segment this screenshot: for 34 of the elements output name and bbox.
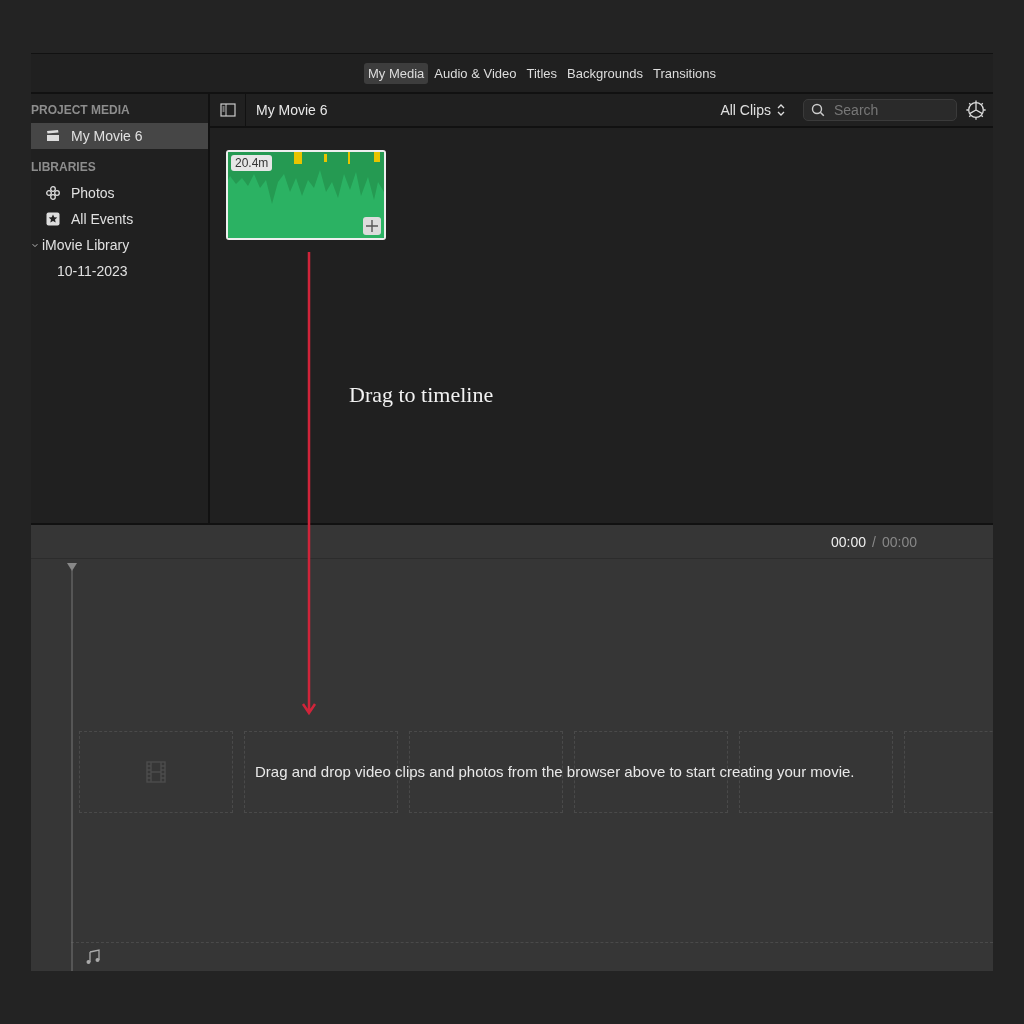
- sidebar-item[interactable]: All Events: [31, 206, 208, 232]
- clips-filter-dropdown[interactable]: All Clips: [714, 101, 791, 119]
- tab[interactable]: Backgrounds: [563, 62, 647, 84]
- item-label: My Movie 6: [71, 128, 143, 144]
- sidebar-item[interactable]: 10-11-2023: [31, 258, 208, 284]
- clapperboard-icon: [45, 128, 61, 144]
- sidebar-item[interactable]: My Movie 6: [31, 123, 208, 149]
- sidebar-item[interactable]: Photos: [31, 180, 208, 206]
- music-note-icon: [85, 949, 101, 965]
- search-field[interactable]: Search: [803, 99, 957, 121]
- chevron-down-icon[interactable]: [31, 241, 39, 249]
- tab[interactable]: Audio & Video: [430, 62, 521, 84]
- annotation: Drag to timeline: [349, 382, 494, 408]
- sidebar-item[interactable]: iMovie Library: [31, 232, 208, 258]
- current-time: 00:00: [831, 533, 867, 550]
- tab[interactable]: Titles: [522, 62, 562, 84]
- section-heading: PROJECT MEDIA: [31, 102, 131, 119]
- up-down-chevron-icon: [777, 104, 785, 116]
- flower-icon: [45, 185, 61, 201]
- item-label: All Events: [71, 211, 134, 227]
- search-icon: [811, 103, 825, 117]
- empty-timeline-message: Drag and drop video clips and photos from the browser above to start creating your movie.: [255, 763, 855, 780]
- section-heading: LIBRARIES: [31, 159, 97, 176]
- total-time: 00:00: [881, 533, 917, 550]
- clip-thumbnail[interactable]: 20.4m: [226, 150, 386, 240]
- browser-title: My Movie 6: [255, 102, 329, 118]
- item-label: iMovie Library: [42, 237, 130, 253]
- item-label: Photos: [71, 185, 115, 201]
- settings-icon[interactable]: [965, 99, 987, 121]
- add-icon[interactable]: [363, 217, 381, 235]
- tab[interactable]: Transitions: [648, 62, 721, 84]
- duration-label: 20.4m: [231, 155, 273, 171]
- tab[interactable]: My Media: [363, 62, 429, 84]
- time-separator: /: [872, 533, 876, 550]
